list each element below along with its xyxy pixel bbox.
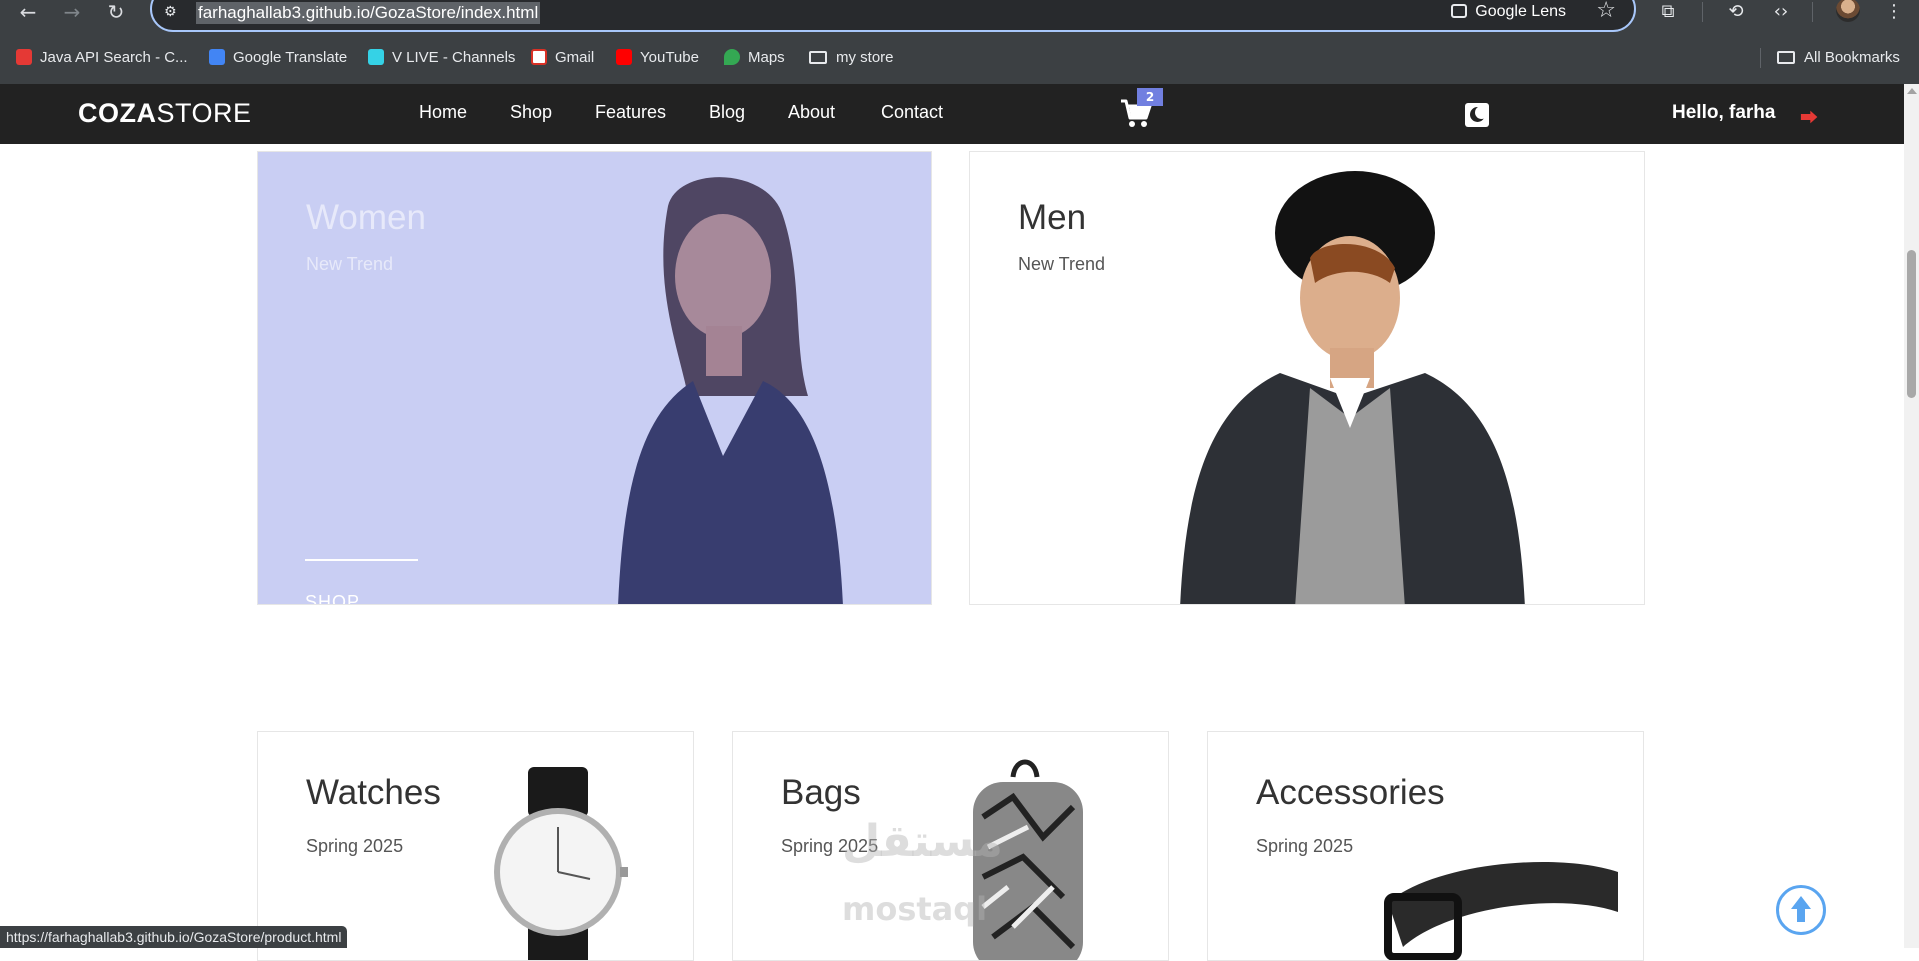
- banner-men[interactable]: Men New Trend: [969, 151, 1645, 605]
- back-to-top-button[interactable]: [1776, 885, 1826, 935]
- google-lens-label: Google Lens: [1475, 3, 1566, 20]
- scroll-up-arrow-icon[interactable]: [1907, 88, 1917, 94]
- bookmark-label: V LIVE - Channels: [392, 49, 516, 66]
- banner-women[interactable]: Women New Trend SHOP: [257, 151, 932, 605]
- url-text[interactable]: farhaghallab3.github.io/GozaStore/index.…: [196, 2, 541, 24]
- reload-icon[interactable]: ↻: [102, 0, 130, 24]
- shop-now-link[interactable]: SHOP: [305, 592, 360, 604]
- toolbar-divider: [1812, 2, 1813, 22]
- devtools-icon[interactable]: ‹›: [1767, 0, 1795, 24]
- user-greeting: Hello, farha: [1672, 102, 1776, 123]
- camera-icon: [1451, 4, 1468, 18]
- logo-light: STORE: [156, 98, 252, 128]
- bookmark-my-store[interactable]: my store: [809, 46, 894, 70]
- banner-subtitle: New Trend: [1018, 254, 1106, 274]
- folder-icon: [809, 51, 827, 64]
- banner-subtitle: New Trend: [306, 254, 394, 274]
- bookmark-youtube[interactable]: YouTube: [616, 46, 699, 70]
- bookmarks-bar: Java API Search - C... Google Translate …: [0, 44, 1919, 72]
- watch-image: [494, 767, 628, 960]
- browser-chrome: ← → ↻ ⚙ farhaghallab3.github.io/GozaStor…: [0, 0, 1919, 84]
- maps-icon: [724, 49, 740, 65]
- page-scrollbar[interactable]: [1904, 84, 1919, 948]
- nav-shop[interactable]: Shop: [510, 102, 552, 123]
- bookmark-label: my store: [836, 49, 894, 66]
- moon-icon: [1470, 106, 1488, 122]
- banner-title: Watches: [306, 773, 441, 812]
- men-model-image: [1180, 171, 1525, 604]
- nav-contact[interactable]: Contact: [881, 102, 943, 123]
- address-bar[interactable]: ⚙ farhaghallab3.github.io/GozaStore/inde…: [150, 0, 1636, 32]
- java-icon: [16, 49, 32, 65]
- link-status-bar: https://farhaghallab3.github.io/GozaStor…: [0, 926, 348, 948]
- all-bookmarks[interactable]: All Bookmarks: [1777, 46, 1900, 70]
- bookmarks-divider: [1760, 48, 1761, 68]
- nav-home[interactable]: Home: [419, 102, 467, 123]
- bookmark-maps[interactable]: Maps: [724, 46, 785, 70]
- folder-icon: [1777, 51, 1795, 64]
- nav-blog[interactable]: Blog: [709, 102, 745, 123]
- forward-icon[interactable]: →: [58, 0, 86, 24]
- banner-subtitle: Spring 2025: [306, 836, 404, 856]
- nav-features[interactable]: Features: [595, 102, 666, 123]
- bookmark-translate[interactable]: Google Translate: [209, 46, 347, 70]
- bookmark-label: YouTube: [640, 49, 699, 66]
- profile-avatar[interactable]: [1836, 0, 1860, 22]
- nav-about[interactable]: About: [788, 102, 835, 123]
- bookmark-label: Maps: [748, 49, 785, 66]
- bookmark-gmail[interactable]: Gmail: [531, 46, 594, 70]
- bookmark-vlive[interactable]: V LIVE - Channels: [368, 46, 515, 70]
- back-icon[interactable]: ←: [14, 0, 42, 24]
- banner-title: Men: [1018, 198, 1087, 237]
- browser-toolbar: ← → ↻ ⚙ farhaghallab3.github.io/GozaStor…: [0, 0, 1919, 32]
- banner-title: Accessories: [1256, 773, 1445, 812]
- banner-title: Bags: [781, 773, 861, 812]
- all-bookmarks-label: All Bookmarks: [1804, 49, 1900, 66]
- banner-accessories[interactable]: Accessories Spring 2025: [1207, 731, 1644, 961]
- menu-kebab-icon[interactable]: ⋮: [1880, 0, 1908, 24]
- bookmark-label: Google Translate: [233, 49, 348, 66]
- belt-image: [1384, 862, 1618, 960]
- extensions-icon[interactable]: ⧉: [1654, 0, 1682, 24]
- gmail-icon: [531, 49, 547, 65]
- bookmark-java[interactable]: Java API Search - C...: [16, 46, 188, 70]
- history-icon[interactable]: ⟲: [1722, 0, 1750, 24]
- bookmark-label: Gmail: [555, 49, 595, 66]
- watermark-latin: mostaql: [842, 890, 988, 928]
- cart-count-badge: 2: [1137, 88, 1163, 106]
- scroll-thumb[interactable]: [1907, 250, 1916, 398]
- youtube-icon: [616, 49, 632, 65]
- bookmark-star-icon[interactable]: ☆: [1596, 0, 1616, 23]
- site-header: COZASTORE Home Shop Features Blog About …: [0, 84, 1904, 144]
- vlive-icon: [368, 49, 384, 65]
- bookmark-label: Java API Search - C...: [40, 49, 188, 66]
- banner-subtitle: Spring 2025: [1256, 836, 1354, 856]
- logout-icon[interactable]: ⮕: [1800, 104, 1818, 130]
- translate-icon: [209, 49, 225, 65]
- watermark-arabic: مستقل: [842, 816, 1003, 867]
- site-info-icon[interactable]: ⚙: [164, 2, 184, 22]
- banner-title: Women: [306, 198, 426, 237]
- shop-underline: [305, 559, 418, 561]
- site-logo[interactable]: COZASTORE: [78, 98, 252, 129]
- logo-bold: COZA: [78, 98, 157, 128]
- toolbar-divider: [1702, 2, 1703, 22]
- dark-mode-toggle[interactable]: [1465, 103, 1489, 127]
- google-lens-button[interactable]: Google Lens: [1451, 3, 1566, 21]
